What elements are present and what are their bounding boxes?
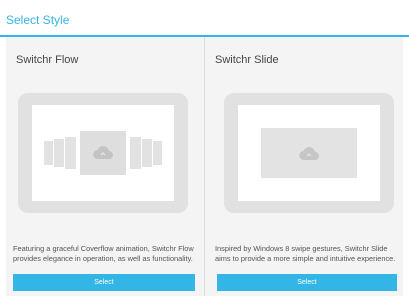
tablet-illustration [18,93,188,213]
style-option-description: Inspired by Windows 8 swipe gestures, Sw… [215,244,396,263]
coverflow-card [44,141,53,165]
dialog-title: Select Style [6,13,70,27]
style-option-slide[interactable]: Switchr Slide Inspired by Windows 8 swip… [205,37,403,296]
coverflow-card [130,137,141,169]
coverflow-center-card [80,131,126,175]
style-option-title: Switchr Slide [215,54,279,66]
tablet-screen [238,105,380,201]
style-option-flow[interactable]: Switchr Flow Featuring a graceful Coverf… [6,37,204,296]
coverflow-card [54,139,64,167]
coverflow-card [65,137,76,169]
slide-card [261,128,357,178]
tablet-illustration [224,93,394,213]
coverflow-card [142,139,152,167]
select-flow-button[interactable]: Select [13,274,195,291]
style-option-title: Switchr Flow [16,54,79,66]
dialog-header: Select Style [0,0,409,37]
select-slide-button[interactable]: Select [217,274,397,291]
cloud-icon [93,146,113,160]
tablet-screen [32,105,174,201]
coverflow-card [153,141,162,165]
style-options: Switchr Flow Featuring a graceful Coverf… [6,37,403,296]
style-option-description: Featuring a graceful Coverflow animation… [13,244,194,263]
cloud-icon [299,147,319,161]
